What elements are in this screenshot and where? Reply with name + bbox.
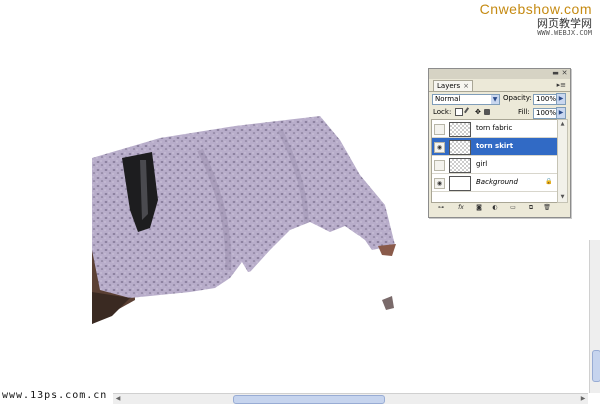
panel-titlebar[interactable]: ▬ ✕ [429, 69, 570, 79]
skin-fragment [378, 244, 396, 256]
lock-icon: 🔒 [545, 178, 553, 185]
layer-thumbnail [449, 140, 471, 155]
chevron-down-icon: ▼ [491, 95, 499, 104]
tab-layers[interactable]: Layers × [433, 80, 474, 91]
blend-mode-value: Normal [435, 95, 461, 103]
layer-row-girl[interactable]: girl [432, 156, 557, 174]
layer-thumbnail [449, 176, 471, 191]
layer-row-torn-skirt[interactable]: ◉ torn skirt [432, 138, 557, 156]
lock-label: Lock: [433, 108, 452, 116]
scroll-right-icon[interactable]: ▶ [579, 394, 587, 403]
lock-fill-row: Lock: ✥ Fill: 100% ▶ [429, 105, 570, 119]
panel-menu-icon[interactable]: ▸≡ [557, 81, 566, 89]
watermark-bottom: www.13ps.com.cn [2, 390, 108, 401]
eye-icon[interactable]: ◉ [434, 142, 445, 153]
layer-name: girl [476, 160, 488, 168]
tab-layers-label: Layers [437, 82, 461, 90]
layer-row-background[interactable]: ◉ Background 🔒 [432, 174, 557, 192]
layer-name: torn skirt [476, 142, 514, 150]
lock-transparent-icon[interactable] [455, 108, 463, 116]
horizontal-scrollbar[interactable]: ◀ ▶ [113, 393, 588, 404]
layers-list: torn fabric ◉ torn skirt girl ◉ Backgrou… [431, 119, 558, 203]
blend-opacity-row: Normal ▼ Opacity: 100% ▶ [429, 92, 570, 105]
fill-input[interactable]: 100% [533, 108, 557, 119]
layer-name: Background [476, 178, 518, 186]
eye-icon[interactable]: ◉ [434, 178, 445, 189]
new-group-icon[interactable]: ▭ [509, 204, 517, 212]
panel-tab-row: Layers × ▸≡ [429, 79, 570, 92]
layers-panel: ▬ ✕ Layers × ▸≡ Normal ▼ Opacity: 100% ▶ … [428, 68, 571, 218]
visibility-toggle-off[interactable] [434, 124, 445, 135]
link-layers-icon[interactable]: ⊶ [437, 204, 445, 212]
visibility-toggle-off[interactable] [434, 160, 445, 171]
adjustment-layer-icon[interactable]: ◐ [491, 204, 499, 212]
blend-mode-select[interactable]: Normal ▼ [432, 94, 500, 105]
tab-close-icon[interactable]: × [463, 82, 469, 90]
layer-thumbnail [449, 158, 471, 173]
lock-options: ✥ [455, 107, 492, 117]
layers-scrollbar[interactable]: ▲ ▼ [557, 119, 568, 203]
layer-style-fx-icon[interactable]: fx [457, 204, 465, 212]
trash-icon[interactable]: 🗑 [543, 204, 551, 212]
opacity-label: Opacity: [503, 94, 532, 102]
add-mask-icon[interactable]: ◙ [475, 204, 483, 212]
panel-bottom-toolbar: ⊶ fx ◙ ◐ ▭ ⧉ 🗑 [431, 203, 566, 215]
scroll-up-icon[interactable]: ▲ [559, 121, 566, 128]
layer-thumbnail [449, 122, 471, 137]
layer-row-torn-fabric[interactable]: torn fabric [432, 120, 557, 138]
opacity-slider-arrow-icon[interactable]: ▶ [556, 93, 566, 105]
lock-all-icon[interactable] [484, 109, 490, 115]
fill-slider-arrow-icon[interactable]: ▶ [556, 107, 566, 119]
new-layer-icon[interactable]: ⧉ [527, 204, 535, 212]
lock-position-icon[interactable]: ✥ [475, 108, 482, 116]
minimize-icon[interactable]: ▬ [552, 70, 559, 77]
close-icon[interactable]: ✕ [561, 70, 568, 77]
scroll-down-icon[interactable]: ▼ [559, 194, 566, 201]
vertical-scrollbar[interactable] [589, 240, 600, 393]
opacity-input[interactable]: 100% [533, 94, 557, 105]
vertical-scroll-thumb[interactable] [592, 350, 600, 382]
scroll-left-icon[interactable]: ◀ [114, 394, 122, 403]
lock-image-icon[interactable] [464, 107, 474, 117]
fill-label: Fill: [518, 108, 530, 116]
layer-name: torn fabric [476, 124, 513, 132]
